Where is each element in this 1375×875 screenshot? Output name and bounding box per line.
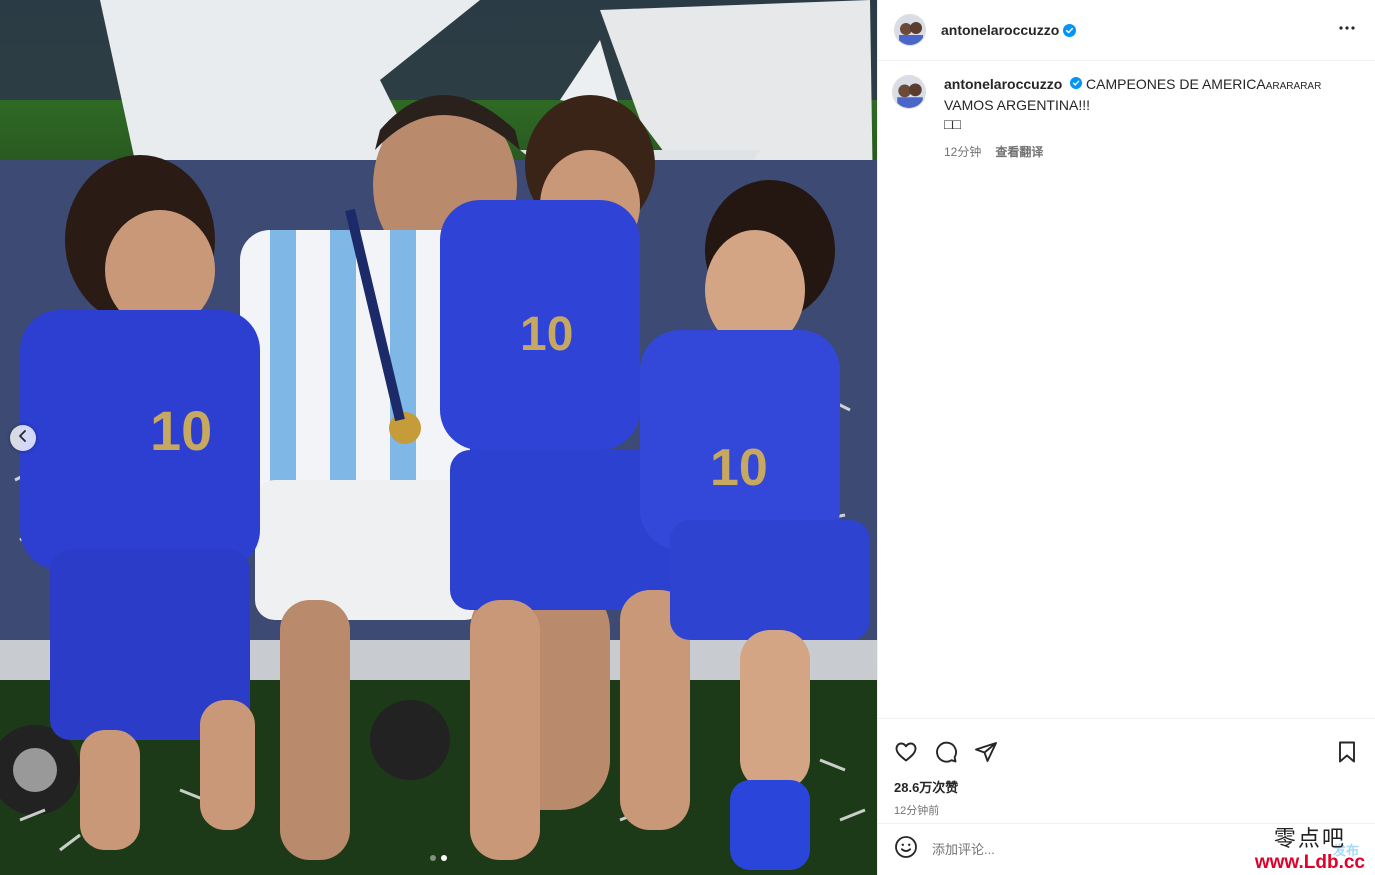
post-caption: antonelaroccuzzo CAMPEONES DE AMERICAARA…: [892, 75, 1359, 162]
caption-username[interactable]: antonelaroccuzzo: [944, 76, 1062, 92]
comment-input[interactable]: [932, 842, 1232, 857]
verified-badge-icon: [1063, 23, 1077, 37]
see-translation-link[interactable]: 查看翻译: [995, 143, 1043, 162]
post-photo: 10 10 10: [0, 0, 877, 875]
caption-text-suffix: ARARARAR: [1265, 81, 1322, 92]
site-watermark: 零点吧 www.Ldb.cc: [1255, 821, 1365, 873]
carousel-prev-button[interactable]: [10, 425, 36, 451]
action-bar: [878, 719, 1375, 775]
svg-text:10: 10: [150, 399, 212, 462]
watermark-url: www.Ldb.cc: [1254, 852, 1365, 873]
share-button[interactable]: [974, 740, 998, 769]
post-media[interactable]: 10 10 10: [0, 0, 877, 875]
post-timestamp[interactable]: 12分钟前: [878, 802, 1375, 818]
post-header: antonelaroccuzzo: [878, 0, 1375, 61]
caption-line-3: □□: [944, 116, 961, 132]
bookmark-icon: [1335, 740, 1359, 769]
svg-text:10: 10: [710, 439, 768, 497]
carousel-dot: [430, 855, 436, 861]
more-options-button[interactable]: [1335, 16, 1359, 45]
watermark-chinese: 零点吧: [1273, 827, 1346, 852]
like-button[interactable]: [894, 742, 918, 766]
caption-text: CAMPEONES DE AMERICA: [1086, 76, 1266, 92]
carousel-dot-active: [441, 855, 447, 861]
more-horizontal-icon: [1335, 16, 1359, 45]
caption-time[interactable]: 12分钟: [944, 143, 981, 162]
heart-icon: [894, 740, 918, 769]
caption-avatar[interactable]: [892, 75, 926, 109]
caption-line-2: VAMOS ARGENTINA!!!: [944, 97, 1090, 113]
likes-count[interactable]: 28.6万次赞: [878, 777, 1375, 796]
verified-badge-icon: [1070, 77, 1083, 89]
author-username[interactable]: antonelaroccuzzo: [941, 22, 1059, 38]
post-details-panel: antonelaroccuzzo antonelaroccuzzo CAMPEO…: [877, 0, 1375, 875]
paper-plane-icon: [974, 740, 998, 769]
svg-text:10: 10: [520, 308, 573, 361]
chevron-left-icon: [17, 429, 29, 447]
smiley-icon[interactable]: [894, 835, 918, 864]
author-avatar[interactable]: [894, 14, 926, 46]
save-button[interactable]: [1335, 740, 1359, 769]
comment-button[interactable]: [934, 740, 958, 769]
comment-bubble-icon: [934, 740, 958, 769]
post-actions-section: 28.6万次赞 12分钟前: [878, 718, 1375, 818]
carousel-indicator: [0, 855, 877, 861]
